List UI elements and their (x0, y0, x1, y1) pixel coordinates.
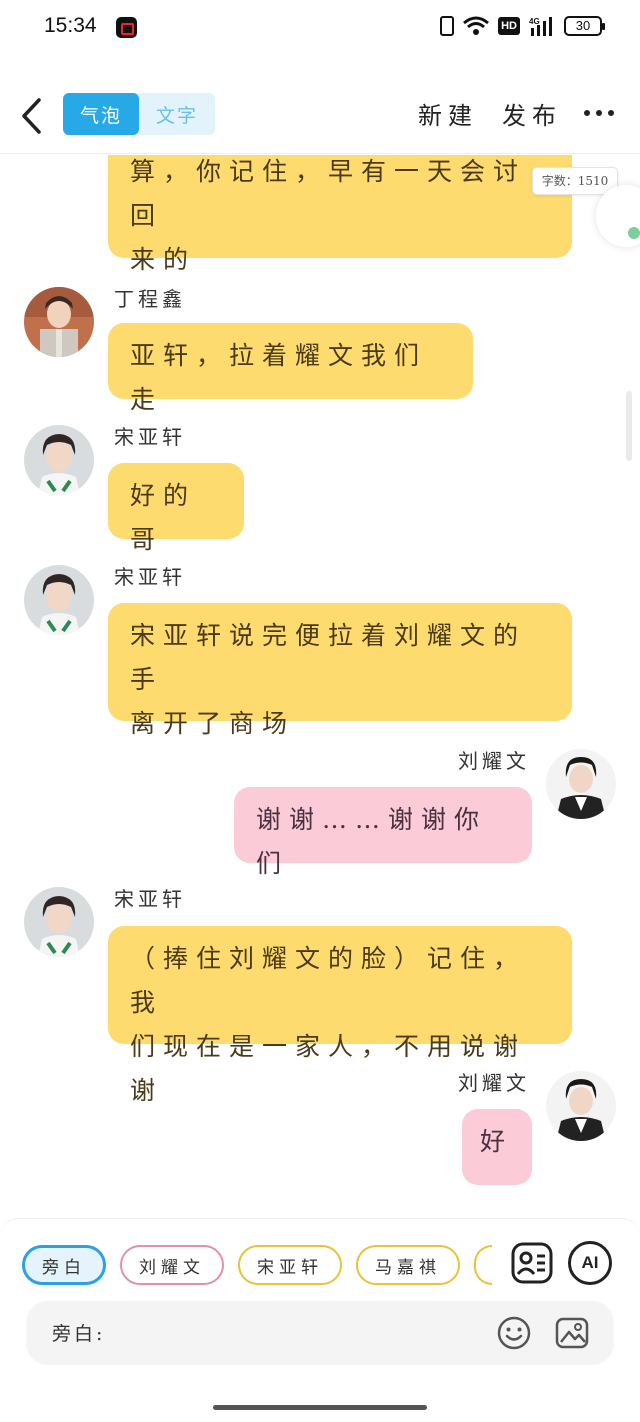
sender-name: 宋亚轩 (114, 425, 186, 449)
floating-assistant-button[interactable] (596, 185, 640, 247)
avatar-liu-yaowen[interactable] (546, 1071, 616, 1141)
message-bubble[interactable]: 亚轩，拉着耀文我们走 (108, 323, 473, 414)
message-bubble[interactable]: 谢谢……谢谢你们 (234, 787, 532, 878)
more-dot-icon (584, 110, 590, 116)
role-chip-narrator[interactable]: 旁白 (22, 1245, 106, 1285)
sender-name: 刘耀文 (458, 749, 530, 773)
avatar-liu-yaowen[interactable] (546, 749, 616, 819)
more-dot-icon (608, 110, 614, 116)
signal-icon: 4G (529, 17, 552, 36)
word-count-badge: 字数：1510 (532, 167, 618, 195)
sender-name: 宋亚轩 (114, 565, 186, 589)
ai-button[interactable]: AI (568, 1241, 612, 1285)
sender-name: 丁程鑫 (114, 287, 186, 311)
scrollbar[interactable] (626, 391, 632, 461)
status-bar: 15:34 HD 4G 30 (0, 0, 640, 58)
sender-name: 宋亚轩 (114, 887, 186, 911)
wifi-icon (463, 16, 490, 35)
status-icons: HD 4G 30 (440, 16, 605, 36)
role-chip-ma-jiaqi[interactable]: 马嘉祺 (356, 1245, 460, 1285)
vibrate-icon (440, 16, 455, 36)
sender-name: 刘耀文 (458, 1071, 530, 1095)
screen-record-icon (116, 17, 137, 38)
image-icon[interactable] (554, 1315, 590, 1351)
bottom-panel: 旁白 刘耀文 宋亚轩 马嘉祺 AI 旁白: (0, 1218, 640, 1422)
mode-toggle: 气泡 文字 (63, 93, 215, 135)
hd-icon: HD (498, 17, 520, 35)
avatar-song-yaxuan[interactable] (24, 565, 94, 635)
message-bubble[interactable]: （捧住刘耀文的脸）记住，我 们现在是一家人，不用说谢谢 (108, 926, 572, 1105)
app-header: 气泡 文字 新建 发布 (0, 78, 640, 154)
tab-text[interactable]: 文字 (139, 93, 215, 135)
character-card-icon[interactable] (510, 1241, 554, 1285)
publish-button[interactable]: 发布 (502, 96, 562, 131)
message-bubble[interactable]: 宋亚轩说完便拉着刘耀文的手 离开了商场 (108, 603, 572, 738)
avatar-ding-chengxin[interactable] (24, 287, 94, 357)
message-bubble[interactable]: 好 (462, 1109, 532, 1185)
home-indicator[interactable] (213, 1405, 427, 1410)
tab-bubble[interactable]: 气泡 (63, 93, 139, 135)
back-button[interactable] (14, 94, 54, 138)
role-chip-liu-yaowen[interactable]: 刘耀文 (120, 1245, 224, 1285)
emoji-icon[interactable] (496, 1315, 532, 1351)
role-chip-song-yaxuan[interactable]: 宋亚轩 (238, 1245, 342, 1285)
message-bubble[interactable]: 好的哥 (108, 463, 244, 554)
more-button[interactable] (584, 110, 614, 118)
message-input[interactable] (136, 1313, 476, 1353)
role-chip-more[interactable] (474, 1245, 492, 1285)
message-input-bar: 旁白: (26, 1301, 614, 1365)
new-button[interactable]: 新建 (418, 96, 478, 131)
svg-text:4G: 4G (529, 17, 540, 26)
message-bubble[interactable]: 算，你记住，早有一天会讨回 来的 (108, 155, 572, 274)
input-role-prefix: 旁白: (52, 1323, 106, 1345)
status-time: 15:34 (44, 14, 97, 37)
chat-area[interactable]: 算，你记住，早有一天会讨回 来的 丁程鑫 亚轩，拉着耀文我们走 宋亚轩 好的哥 (0, 155, 640, 1217)
more-dot-icon (596, 110, 602, 116)
avatar-song-yaxuan[interactable] (24, 887, 94, 957)
battery-icon: 30 (564, 16, 605, 36)
avatar-song-yaxuan[interactable] (24, 425, 94, 495)
